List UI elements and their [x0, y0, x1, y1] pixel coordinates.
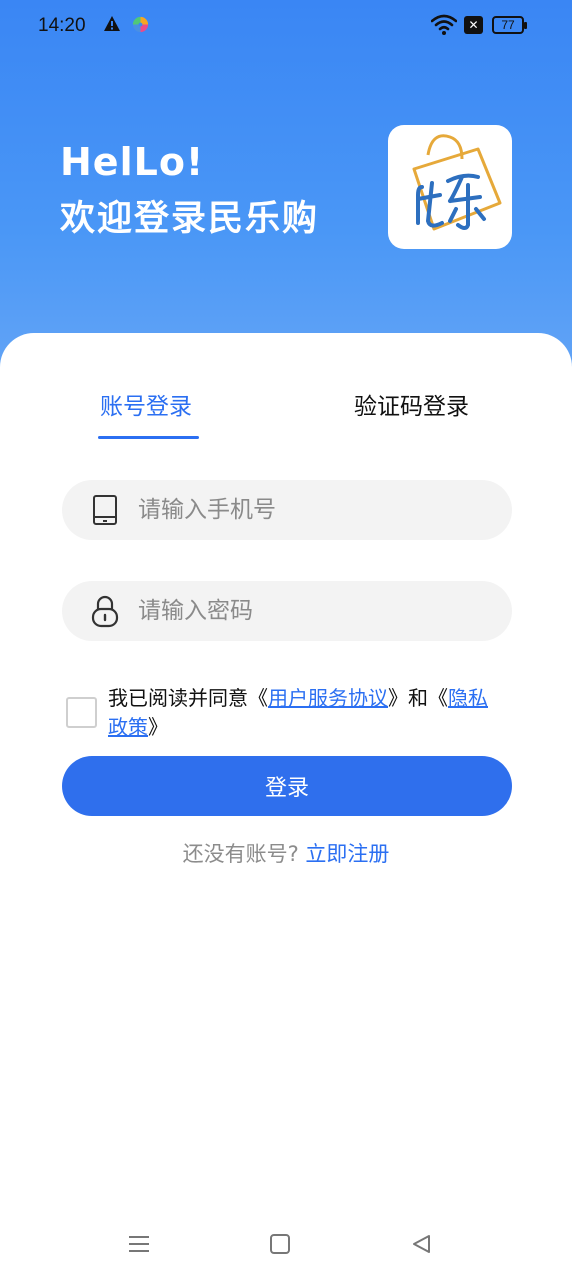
shopping-bag-logo-icon	[412, 134, 502, 231]
tab-account-login[interactable]: 账号登录	[100, 390, 192, 424]
tab-code-login[interactable]: 验证码登录	[354, 390, 469, 424]
greeting: HelLo! 欢迎登录民乐购	[60, 140, 319, 242]
home-icon[interactable]	[270, 1234, 290, 1254]
register-question: 还没有账号?	[182, 842, 299, 866]
greeting-subtitle: 欢迎登录民乐购	[60, 199, 320, 239]
password-field[interactable]	[62, 581, 512, 641]
back-icon[interactable]	[410, 1233, 432, 1255]
greeting-title: HelLo!	[60, 140, 205, 184]
agree-suffix: 》	[148, 715, 168, 739]
active-tab-indicator	[98, 436, 199, 439]
password-input[interactable]	[138, 581, 498, 641]
agreement-text: 我已阅读并同意《用户服务协议》和《隐私政策》	[108, 684, 488, 742]
app-pin-icon	[132, 16, 149, 33]
user-agreement-link[interactable]: 用户服务协议	[268, 686, 388, 710]
warning-icon	[104, 16, 120, 31]
battery-icon: 77	[492, 16, 527, 34]
phone-icon	[93, 495, 117, 525]
system-nav-bar	[0, 1220, 572, 1270]
agree-checkbox[interactable]	[66, 697, 97, 728]
phone-input[interactable]	[138, 480, 498, 540]
lock-icon	[91, 595, 119, 628]
agree-middle: 》和《	[388, 686, 448, 710]
login-button[interactable]: 登录	[62, 756, 512, 816]
agree-prefix: 我已阅读并同意《	[108, 686, 268, 710]
no-sim-icon: ✕	[464, 16, 483, 34]
status-time: 14:20	[38, 15, 86, 36]
register-link[interactable]: 立即注册	[305, 842, 389, 866]
status-bar: 14:20 ✕ 77	[0, 0, 572, 52]
phone-field[interactable]	[62, 480, 512, 540]
wifi-icon	[431, 14, 457, 35]
register-prompt: 还没有账号? 立即注册	[0, 839, 572, 869]
menu-icon[interactable]	[128, 1234, 150, 1254]
app-logo	[388, 125, 512, 249]
